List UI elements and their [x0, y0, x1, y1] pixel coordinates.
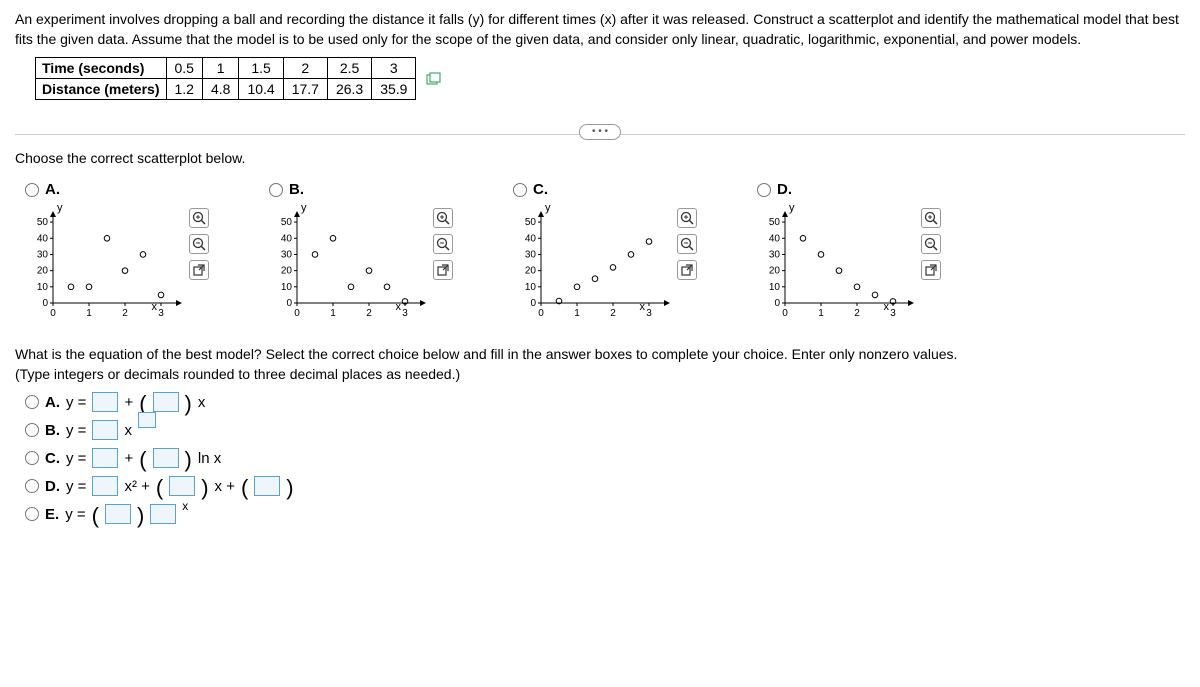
plot-a-label: A. — [45, 181, 60, 198]
model-instructions: (Type integers or decimals rounded to th… — [15, 366, 1185, 382]
svg-text:1: 1 — [86, 308, 92, 319]
zoom-out-icon[interactable] — [921, 234, 941, 254]
svg-text:30: 30 — [769, 250, 781, 261]
answer-d-input-2[interactable] — [169, 476, 195, 496]
svg-text:0: 0 — [286, 298, 292, 309]
x-axis-label: x — [152, 301, 158, 313]
svg-text:10: 10 — [37, 282, 49, 293]
svg-text:2: 2 — [366, 308, 372, 319]
svg-text:3: 3 — [646, 308, 652, 319]
answer-d-input-1[interactable] — [92, 476, 118, 496]
zoom-in-icon[interactable] — [921, 208, 941, 228]
answer-a-label: A. — [45, 394, 60, 411]
distance-label: Distance (meters) — [36, 79, 167, 100]
svg-text:30: 30 — [281, 250, 293, 261]
answer-a-radio[interactable] — [25, 395, 39, 409]
answer-a-input-2[interactable] — [153, 392, 179, 412]
svg-text:50: 50 — [769, 217, 781, 228]
zoom-out-icon[interactable] — [189, 234, 209, 254]
x-axis-label: x — [396, 301, 402, 313]
answer-c-label: C. — [45, 450, 60, 467]
answer-b-input-1[interactable] — [92, 420, 118, 440]
y-axis-label: y — [789, 202, 795, 214]
plot-b-radio[interactable] — [269, 183, 283, 197]
svg-text:0: 0 — [42, 298, 48, 309]
svg-text:20: 20 — [769, 266, 781, 277]
popout-icon[interactable] — [677, 260, 697, 280]
answer-c-input-1[interactable] — [92, 448, 118, 468]
svg-text:40: 40 — [281, 233, 293, 244]
popout-icon[interactable] — [189, 260, 209, 280]
svg-text:0: 0 — [530, 298, 536, 309]
svg-text:20: 20 — [37, 266, 49, 277]
svg-text:0: 0 — [294, 308, 300, 319]
plot-c-radio[interactable] — [513, 183, 527, 197]
answer-b-label: B. — [45, 422, 60, 439]
svg-text:40: 40 — [525, 233, 537, 244]
svg-text:10: 10 — [281, 282, 293, 293]
y-axis-label: y — [57, 202, 63, 214]
x-axis-label: x — [884, 301, 890, 313]
svg-text:3: 3 — [158, 308, 164, 319]
svg-text:20: 20 — [281, 266, 293, 277]
answer-c-input-2[interactable] — [153, 448, 179, 468]
zoom-out-icon[interactable] — [433, 234, 453, 254]
svg-text:40: 40 — [769, 233, 781, 244]
answer-d-radio[interactable] — [25, 479, 39, 493]
data-table: Time (seconds) 0.5 1 1.5 2 2.5 3 Distanc… — [35, 57, 416, 100]
answer-a-input-1[interactable] — [92, 392, 118, 412]
answer-b-radio[interactable] — [25, 423, 39, 437]
zoom-out-icon[interactable] — [677, 234, 697, 254]
svg-text:0: 0 — [782, 308, 788, 319]
zoom-in-icon[interactable] — [189, 208, 209, 228]
plot-d-label: D. — [777, 181, 792, 198]
svg-text:1: 1 — [574, 308, 580, 319]
svg-text:2: 2 — [610, 308, 616, 319]
svg-text:0: 0 — [774, 298, 780, 309]
y-axis-label: y — [301, 202, 307, 214]
popout-icon[interactable] — [921, 260, 941, 280]
svg-text:0: 0 — [538, 308, 544, 319]
svg-text:2: 2 — [122, 308, 128, 319]
answer-e-input-2[interactable] — [150, 504, 176, 524]
zoom-in-icon[interactable] — [677, 208, 697, 228]
svg-text:40: 40 — [37, 233, 49, 244]
svg-text:1: 1 — [818, 308, 824, 319]
answer-e-label: E. — [45, 506, 59, 523]
plot-c-label: C. — [533, 181, 548, 198]
svg-text:50: 50 — [525, 217, 537, 228]
problem-statement: An experiment involves dropping a ball a… — [15, 10, 1185, 49]
svg-text:1: 1 — [330, 308, 336, 319]
zoom-in-icon[interactable] — [433, 208, 453, 228]
plot-a-radio[interactable] — [25, 183, 39, 197]
plot-b-label: B. — [289, 181, 304, 198]
svg-text:0: 0 — [50, 308, 56, 319]
svg-text:30: 30 — [525, 250, 537, 261]
svg-text:2: 2 — [854, 308, 860, 319]
x-axis-label: x — [640, 301, 646, 313]
svg-text:20: 20 — [525, 266, 537, 277]
svg-text:3: 3 — [890, 308, 896, 319]
svg-text:30: 30 — [37, 250, 49, 261]
model-question: What is the equation of the best model? … — [15, 346, 1185, 362]
svg-text:50: 50 — [281, 217, 293, 228]
svg-text:3: 3 — [402, 308, 408, 319]
answer-b-input-2[interactable] — [138, 412, 156, 428]
time-label: Time (seconds) — [36, 58, 167, 79]
answer-c-radio[interactable] — [25, 451, 39, 465]
answer-e-input-1[interactable] — [105, 504, 131, 524]
answer-d-input-3[interactable] — [254, 476, 280, 496]
plot-d-radio[interactable] — [757, 183, 771, 197]
svg-text:10: 10 — [769, 282, 781, 293]
svg-text:50: 50 — [37, 217, 49, 228]
y-axis-label: y — [545, 202, 551, 214]
answer-d-label: D. — [45, 478, 60, 495]
popout-icon[interactable] — [433, 260, 453, 280]
copy-table-icon[interactable] — [426, 72, 442, 89]
svg-text:10: 10 — [525, 282, 537, 293]
expand-button[interactable]: • • • — [579, 124, 621, 140]
scatterplot-question: Choose the correct scatterplot below. — [15, 150, 1185, 166]
answer-e-radio[interactable] — [25, 507, 39, 521]
